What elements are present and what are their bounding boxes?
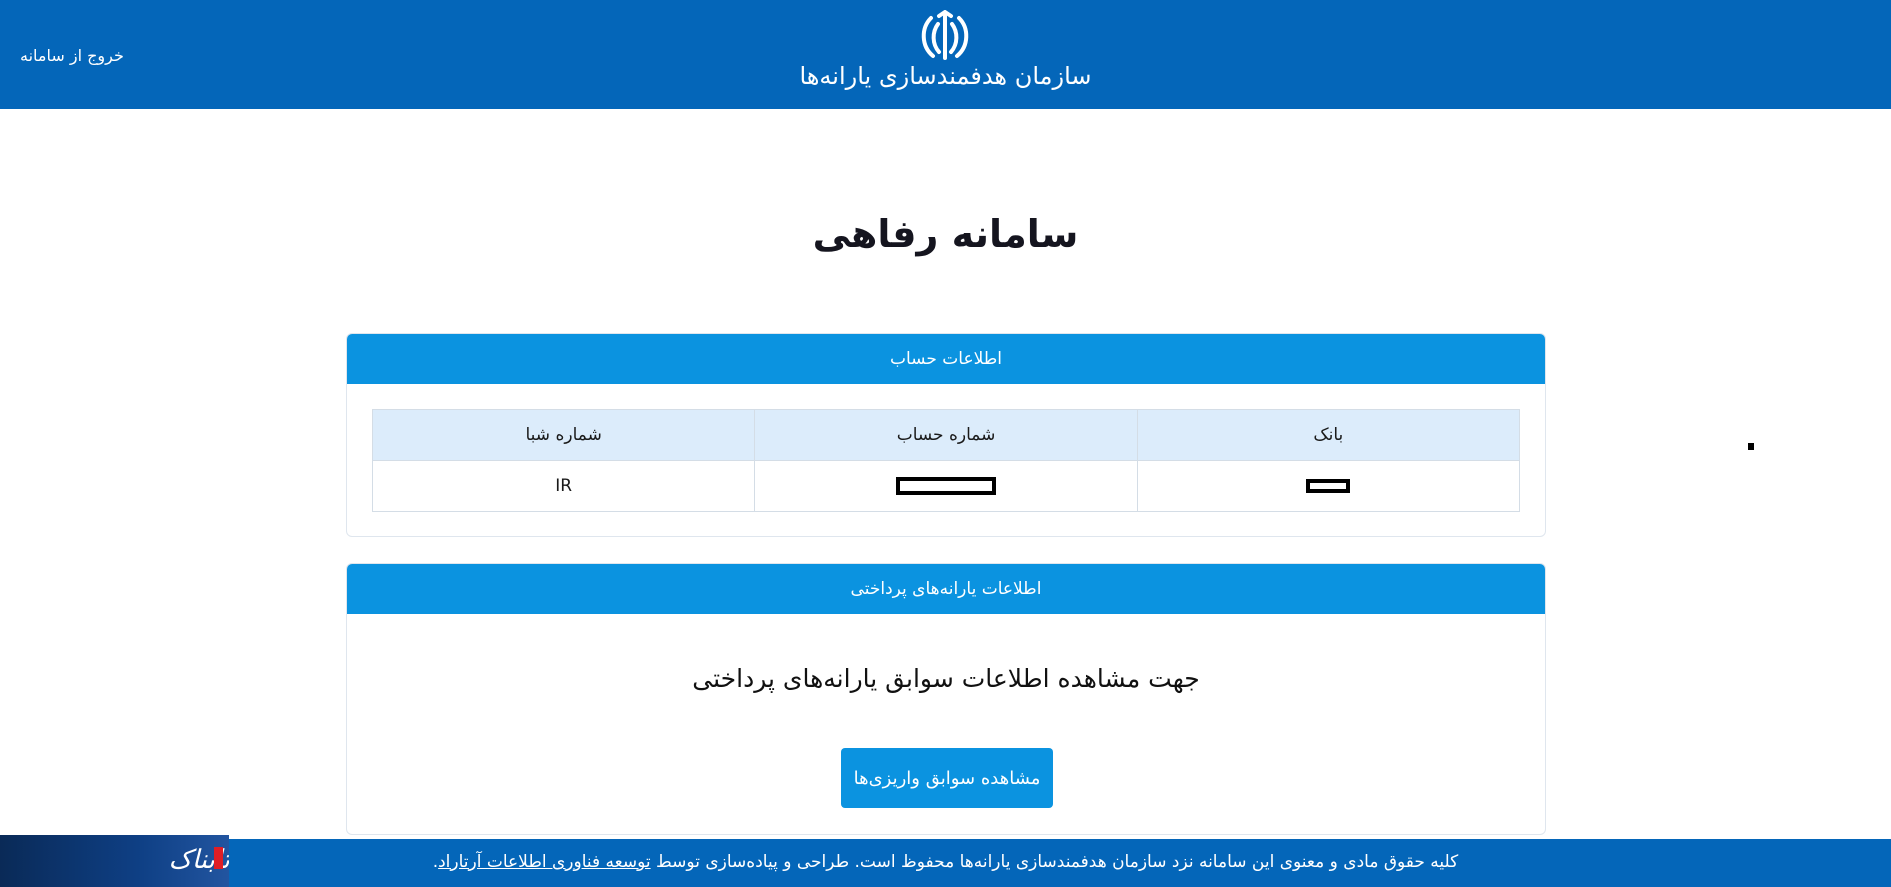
footer-copyright: کلیه حقوق مادی و معنوی این سامانه نزد سا… [0, 852, 1891, 872]
column-header-sheba: شماره شبا [371, 409, 756, 461]
logout-link[interactable]: خروج از سامانه [20, 46, 124, 65]
column-header-bank: بانک [1136, 409, 1521, 461]
stray-dot [1748, 443, 1754, 450]
tabnak-watermark: تابناک [0, 835, 229, 887]
view-deposit-history-button[interactable]: مشاهده سوابق واریزی‌ها [841, 748, 1053, 808]
subsidy-info-card-title: اطلاعات یارانه‌های پرداختی [347, 564, 1545, 614]
subsidy-description: جهت مشاهده اطلاعات سوابق یارانه‌های پردا… [692, 664, 1200, 693]
tabnak-logo-accent [214, 847, 223, 869]
account-info-card-title: اطلاعات حساب [347, 334, 1545, 384]
iran-emblem-icon [921, 10, 969, 60]
bank-cell [1136, 460, 1521, 512]
footer: کلیه حقوق مادی و معنوی این سامانه نزد سا… [0, 839, 1891, 887]
account-table: بانک شماره حساب شماره شبا IR [371, 409, 1521, 512]
developer-link[interactable]: توسعه فناوری اطلاعات آرتاراد [438, 852, 651, 872]
account-number-cell [754, 460, 1138, 512]
footer-text-prefix: کلیه حقوق مادی و معنوی این سامانه نزد سا… [650, 852, 1459, 872]
page-title: سامانه رفاهی [812, 212, 1079, 256]
column-header-account-number: شماره حساب [754, 409, 1138, 461]
org-name: سازمان هدفمندسازی یارانه‌ها [799, 62, 1092, 90]
account-info-card: اطلاعات حساب بانک شماره حساب شماره شبا I… [346, 333, 1546, 537]
table-header-row: بانک شماره حساب شماره شبا [371, 409, 1521, 461]
redacted-account-number [896, 477, 996, 495]
sheba-cell: IR [371, 460, 756, 512]
top-header: سازمان هدفمندسازی یارانه‌ها خروج از ساما… [0, 0, 1891, 109]
redacted-bank-name [1306, 479, 1351, 493]
table-row: IR [371, 460, 1521, 512]
subsidy-info-card: اطلاعات یارانه‌های پرداختی جهت مشاهده اط… [346, 563, 1546, 835]
